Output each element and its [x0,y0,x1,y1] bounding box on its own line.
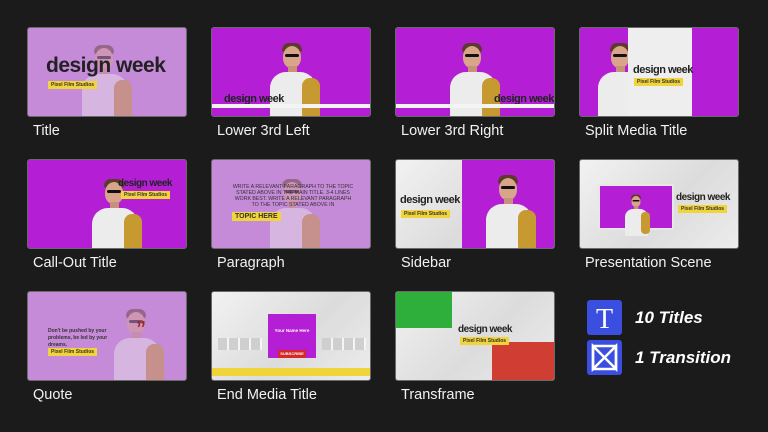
thumbnail[interactable]: WRITE A RELEVANT PARAGRAPH TO THE TOPIC … [211,159,371,249]
thumb-studio-tag: Pixel Film Studios [678,205,728,213]
lower-third-bar [396,104,554,108]
template-card-lower-3rd-left[interactable]: design week Lower 3rd Left [211,27,371,139]
card-label: End Media Title [217,387,317,403]
thumbnail[interactable]: design week Pixel Film Studios [579,27,739,117]
presenter-image [480,166,540,248]
thumb-title-text: design week [118,178,172,189]
thumbnail[interactable]: design week Pixel Film Studios [395,159,555,249]
quote-mark-icon: ” [136,318,146,340]
thumbnail[interactable]: design week Pixel Film Studios [27,27,187,117]
card-label: Title [33,123,60,139]
thumb-paragraph-text: WRITE A RELEVANT PARAGRAPH TO THE TOPIC … [232,184,354,208]
template-card-lower-3rd-right[interactable]: design week Lower 3rd Right [395,27,555,139]
template-card-transframe[interactable]: design week Pixel Film Studios Transfram… [395,291,555,403]
thumbnail[interactable]: design week [395,27,555,117]
thumbnail[interactable]: Your Name Here SUBSCRIBE [211,291,371,381]
card-label: Paragraph [217,255,285,271]
card-label: Lower 3rd Left [217,123,310,139]
thumb-title-text: design week [46,54,166,77]
template-card-end-media-title[interactable]: Your Name Here SUBSCRIBE End Media Title [211,291,371,403]
thumbnail[interactable]: design week Pixel Film Studios [27,159,187,249]
template-card-sidebar[interactable]: design week Pixel Film Studios Sidebar [395,159,555,271]
thumb-title-text: design week [676,192,730,203]
thumbnail[interactable]: design week [211,27,371,117]
subscribe-button: SUBSCRIBE [278,350,306,358]
thumb-title-text: design week [633,64,693,76]
thumbnail[interactable]: Don't be pushed by your problems, be led… [27,291,187,381]
card-label: Sidebar [401,255,451,271]
thumb-studio-tag: Pixel Film Studios [460,337,510,345]
transframe-red-block [492,342,554,380]
thumb-title-text: design week [458,324,512,335]
thumb-studio-tag: Pixel Film Studios [121,191,171,199]
template-card-call-out-title[interactable]: design week Pixel Film Studios Call-Out … [27,159,187,271]
legend-titles-text: 10 Titles [635,308,703,327]
template-card-split-media-title[interactable]: design week Pixel Film Studios Split Med… [579,27,739,139]
svg-text:T: T [596,304,613,335]
thumbnail[interactable]: design week Pixel Film Studios [579,159,739,249]
scene-media-frame [600,186,672,236]
card-label: Call-Out Title [33,255,117,271]
thumbnail[interactable]: design week Pixel Film Studios [395,291,555,381]
template-card-presentation-scene[interactable]: design week Pixel Film Studios Presentat… [579,159,739,271]
end-screen-grid-right [322,338,366,350]
thumb-quote-text: Don't be pushed by your problems, be led… [48,328,108,348]
title-T-icon: T [587,300,622,335]
transition-bowtie-icon [587,340,622,375]
card-label: Transframe [401,387,475,403]
thumb-studio-tag: Pixel Film Studios [48,81,98,89]
card-label: Quote [33,387,73,403]
card-label: Lower 3rd Right [401,123,504,139]
template-card-quote[interactable]: Don't be pushed by your problems, be led… [27,291,187,403]
card-label: Split Media Title [585,123,688,139]
thumb-studio-tag: Pixel Film Studios [48,348,98,356]
end-media-name: Your Name Here [274,328,310,333]
presenter-image [264,170,324,248]
card-label: Presentation Scene [585,255,712,271]
template-card-paragraph[interactable]: WRITE A RELEVANT PARAGRAPH TO THE TOPIC … [211,159,371,271]
thumb-studio-tag: Pixel Film Studios [401,210,451,218]
end-screen-yellow-bar [212,368,370,376]
transframe-green-block [396,292,452,328]
thumb-studio-tag: Pixel Film Studios [634,78,684,86]
template-card-title[interactable]: design week Pixel Film Studios Title [27,27,187,139]
thumb-title-text: design week [400,194,460,206]
legend-transitions-text: 1 Transition [635,348,732,367]
end-screen-grid-left [218,338,262,350]
thumb-topic-tag: TOPIC HERE [232,212,281,221]
lower-third-bar [212,104,370,108]
